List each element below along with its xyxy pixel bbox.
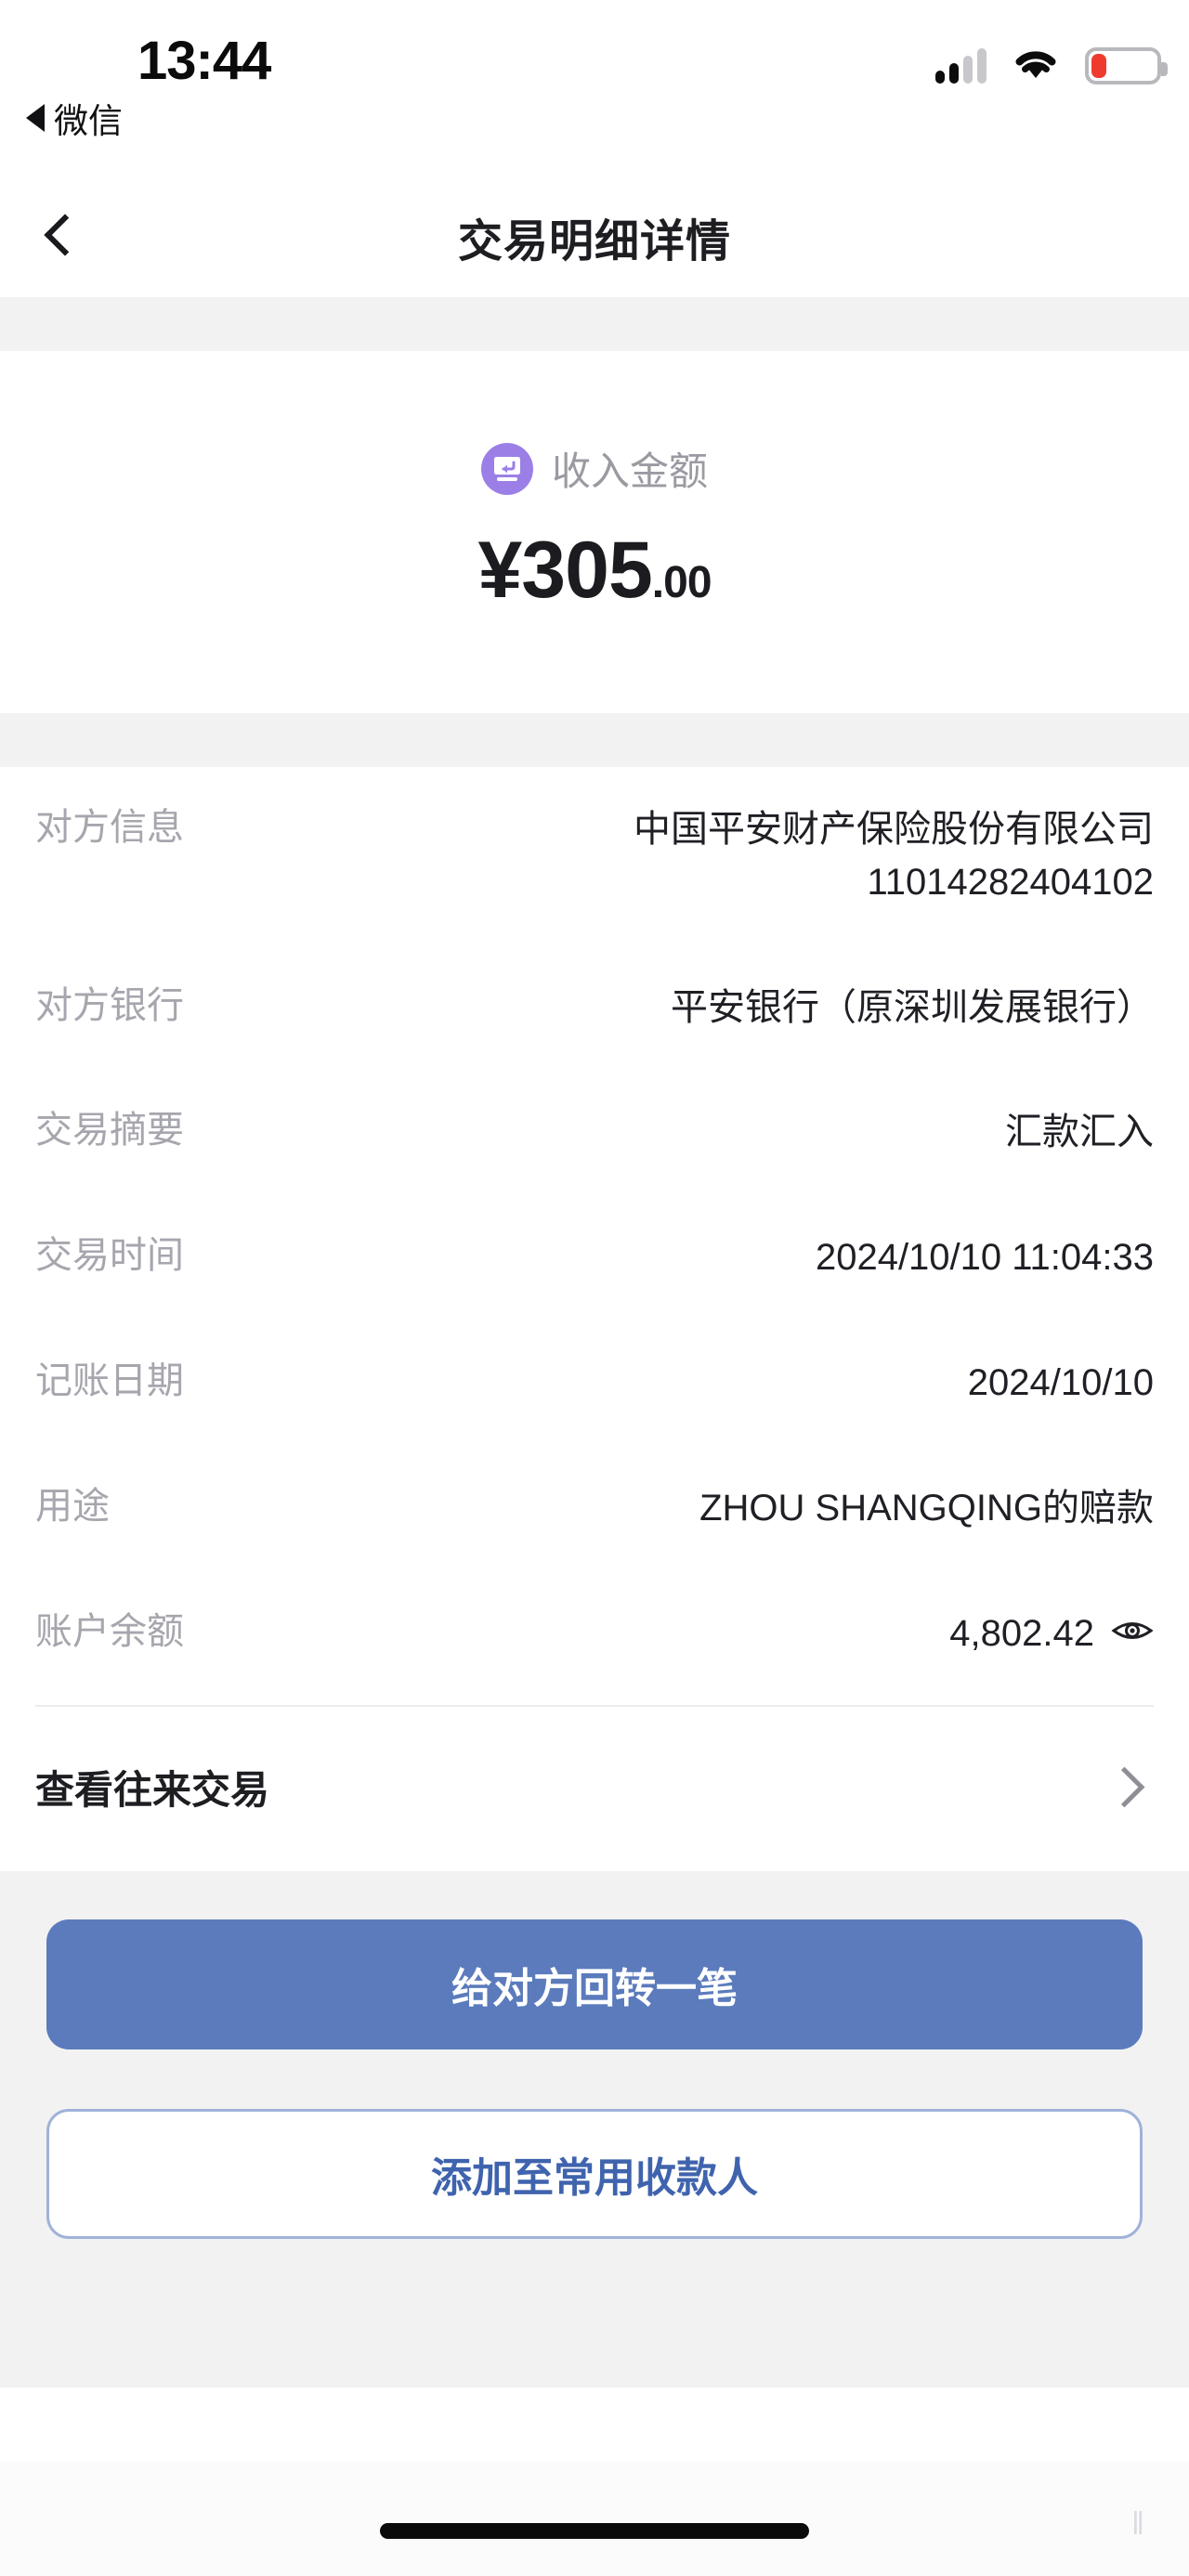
page-title: 交易明细详情 [457,217,731,267]
amount-decimal: .00 [651,558,712,607]
bottom-filler [0,2239,1189,2388]
row-label: 交易时间 [35,1235,184,1277]
amount-card: 收入金额 ¥305.00 [0,351,1189,713]
status-bar: 13:44 微信 [0,0,1189,176]
row-value: 2024/10/10 11:04:33 [815,1237,1154,1279]
row-label: 账户余额 [35,1610,184,1652]
action-button-area: 给对方回转一笔 添加至常用收款人 [0,1871,1189,2240]
income-arrow-icon [480,442,533,495]
table-row: 交易摘要 汇款汇入 [35,1070,1154,1195]
signal-bars-icon [935,47,986,84]
amount-integer: ¥305 [477,526,652,615]
section-separator-top [0,297,1189,351]
row-value: 汇款汇入 [1005,1112,1154,1153]
table-row-balance: 账户余额 4,802.42 [35,1571,1154,1697]
amount-label-row: 收入金额 [0,440,1189,497]
watermark: ‖ [1130,2506,1148,2542]
row-label: 用途 [35,1485,110,1527]
view-related-transactions-link[interactable]: 查看往来交易 [35,1707,1154,1871]
row-label: 对方银行 [35,984,184,1026]
wifi-icon [1011,45,1061,86]
add-to-payees-button[interactable]: 添加至常用收款人 [46,2109,1143,2240]
row-value: 2024/10/10 [967,1361,1154,1403]
home-indicator[interactable] [380,2523,809,2539]
amount-type-label: 收入金额 [551,449,708,493]
status-icons [935,45,1168,86]
eye-icon[interactable] [1111,1616,1154,1650]
table-row: 用途 ZHOU SHANGQING的赔款 [35,1446,1154,1571]
return-to-app-button[interactable]: 微信 [26,93,123,143]
battery-low-icon [1085,46,1168,85]
transfer-back-button[interactable]: 给对方回转一笔 [46,1919,1143,2050]
row-value: ZHOU SHANGQING的赔款 [699,1487,1154,1529]
chevron-right-icon [1104,1766,1145,1808]
section-separator-middle [0,713,1189,767]
back-triangle-icon [26,104,45,132]
balance-value-group: 4,802.42 [949,1607,1154,1660]
table-row: 对方银行 平安银行（原深圳发展银行） [35,945,1154,1071]
return-app-label: 微信 [54,102,123,140]
row-label: 交易摘要 [35,1110,184,1151]
row-value: 中国平安财产保险股份有限公司 11014282404102 [634,809,1154,903]
home-bar-area: ‖ [0,2461,1189,2576]
amount-value: ¥305.00 [0,525,1189,617]
status-time: 13:44 [137,31,271,91]
row-label: 对方信息 [35,807,184,848]
row-value: 平安银行（原深圳发展银行） [671,986,1154,1028]
table-row: 交易时间 2024/10/10 11:04:33 [35,1195,1154,1321]
table-row: 记账日期 2024/10/10 [35,1321,1154,1446]
row-label: 记账日期 [35,1360,184,1401]
link-label: 查看往来交易 [35,1768,270,1813]
table-row: 对方信息 中国平安财产保险股份有限公司 11014282404102 [35,767,1154,945]
transaction-detail-list: 对方信息 中国平安财产保险股份有限公司 11014282404102 对方银行 … [0,767,1189,1872]
row-value: 4,802.42 [949,1612,1094,1654]
navigation-bar: 交易明细详情 [0,176,1189,297]
